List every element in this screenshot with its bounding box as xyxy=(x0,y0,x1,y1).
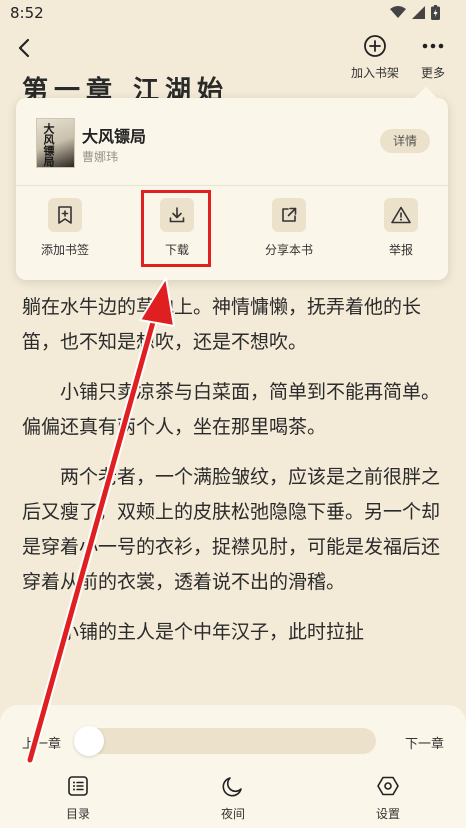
wifi-icon xyxy=(390,6,406,18)
tab-night[interactable]: 夜间 xyxy=(193,775,273,822)
moon-icon xyxy=(222,777,242,797)
tab-night-label: 夜间 xyxy=(220,807,245,821)
paragraph: 小铺的主人是个中年汉子，此时拉扯 xyxy=(60,621,365,643)
report-button[interactable]: 举报 xyxy=(356,198,446,258)
share-book-label: 分享本书 xyxy=(264,243,313,257)
bottom-control-panel: 上一章 下一章 目录 夜间 设置 xyxy=(0,705,466,828)
reading-content: 躺在水牛边的草地上。神情慵懒，抚弄着他的长笛，也不知是想吹，还是不想吹。 小铺只… xyxy=(22,290,446,665)
toc-icon xyxy=(68,776,88,796)
status-bar: 8:52 xyxy=(0,0,466,26)
book-author: 曹娜玮 xyxy=(82,150,119,164)
plus-circle-icon xyxy=(364,35,386,57)
paragraph: 两个老者，一个满脸皱纹，应该是之前很胖之后又瘦了，双颊上的皮肤松弛隐隐下垂。另一… xyxy=(22,466,441,593)
share-icon xyxy=(272,198,306,232)
popup-pointer xyxy=(414,86,438,110)
chapter-progress-slider[interactable] xyxy=(74,728,376,754)
add-bookmark-button[interactable]: 添加书签 xyxy=(20,198,110,258)
prev-chapter-button[interactable]: 上一章 xyxy=(22,733,61,752)
back-arrow-icon xyxy=(18,38,30,58)
next-chapter-button[interactable]: 下一章 xyxy=(405,733,444,752)
bookmark-add-icon xyxy=(48,198,82,232)
back-button[interactable] xyxy=(12,34,38,64)
more-button[interactable]: 更多 xyxy=(414,34,452,81)
popup-divider xyxy=(16,185,448,186)
book-title: 大风镖局 xyxy=(82,127,147,146)
more-dots-icon xyxy=(422,43,444,49)
status-icons xyxy=(390,5,440,20)
paragraph: 小铺只卖凉茶与白菜面，简单到不能再简单。偏偏还真有两个人，坐在那里喝茶。 xyxy=(22,381,441,438)
status-time: 8:52 xyxy=(10,4,44,22)
paragraph: 躺在水牛边的草地上。神情慵懒，抚弄着他的长笛，也不知是想吹，还是不想吹。 xyxy=(22,296,422,353)
book-menu-popup: 大风镖局 大风镖局 曹娜玮 详情 添加书签 下载 分享本书 举报 xyxy=(16,86,448,280)
more-label: 更多 xyxy=(420,66,445,80)
tab-toc[interactable]: 目录 xyxy=(38,775,118,822)
book-cover-text: 大风镖局 xyxy=(42,123,55,167)
add-to-shelf-label: 加入书架 xyxy=(350,66,399,80)
battery-icon xyxy=(431,5,440,20)
slider-handle[interactable] xyxy=(74,726,104,756)
share-book-button[interactable]: 分享本书 xyxy=(244,198,334,258)
add-bookmark-label: 添加书签 xyxy=(40,243,89,257)
warning-icon xyxy=(384,198,418,232)
book-cover: 大风镖局 xyxy=(36,118,75,168)
report-label: 举报 xyxy=(388,243,413,257)
signal-icon xyxy=(412,6,425,19)
tab-settings[interactable]: 设置 xyxy=(348,775,428,822)
tab-settings-label: 设置 xyxy=(375,807,400,821)
settings-icon xyxy=(377,776,399,796)
detail-button[interactable]: 详情 xyxy=(380,129,430,153)
download-highlight-box xyxy=(141,190,211,267)
add-to-shelf-button[interactable]: 加入书架 xyxy=(346,34,404,81)
tab-toc-label: 目录 xyxy=(65,807,90,821)
